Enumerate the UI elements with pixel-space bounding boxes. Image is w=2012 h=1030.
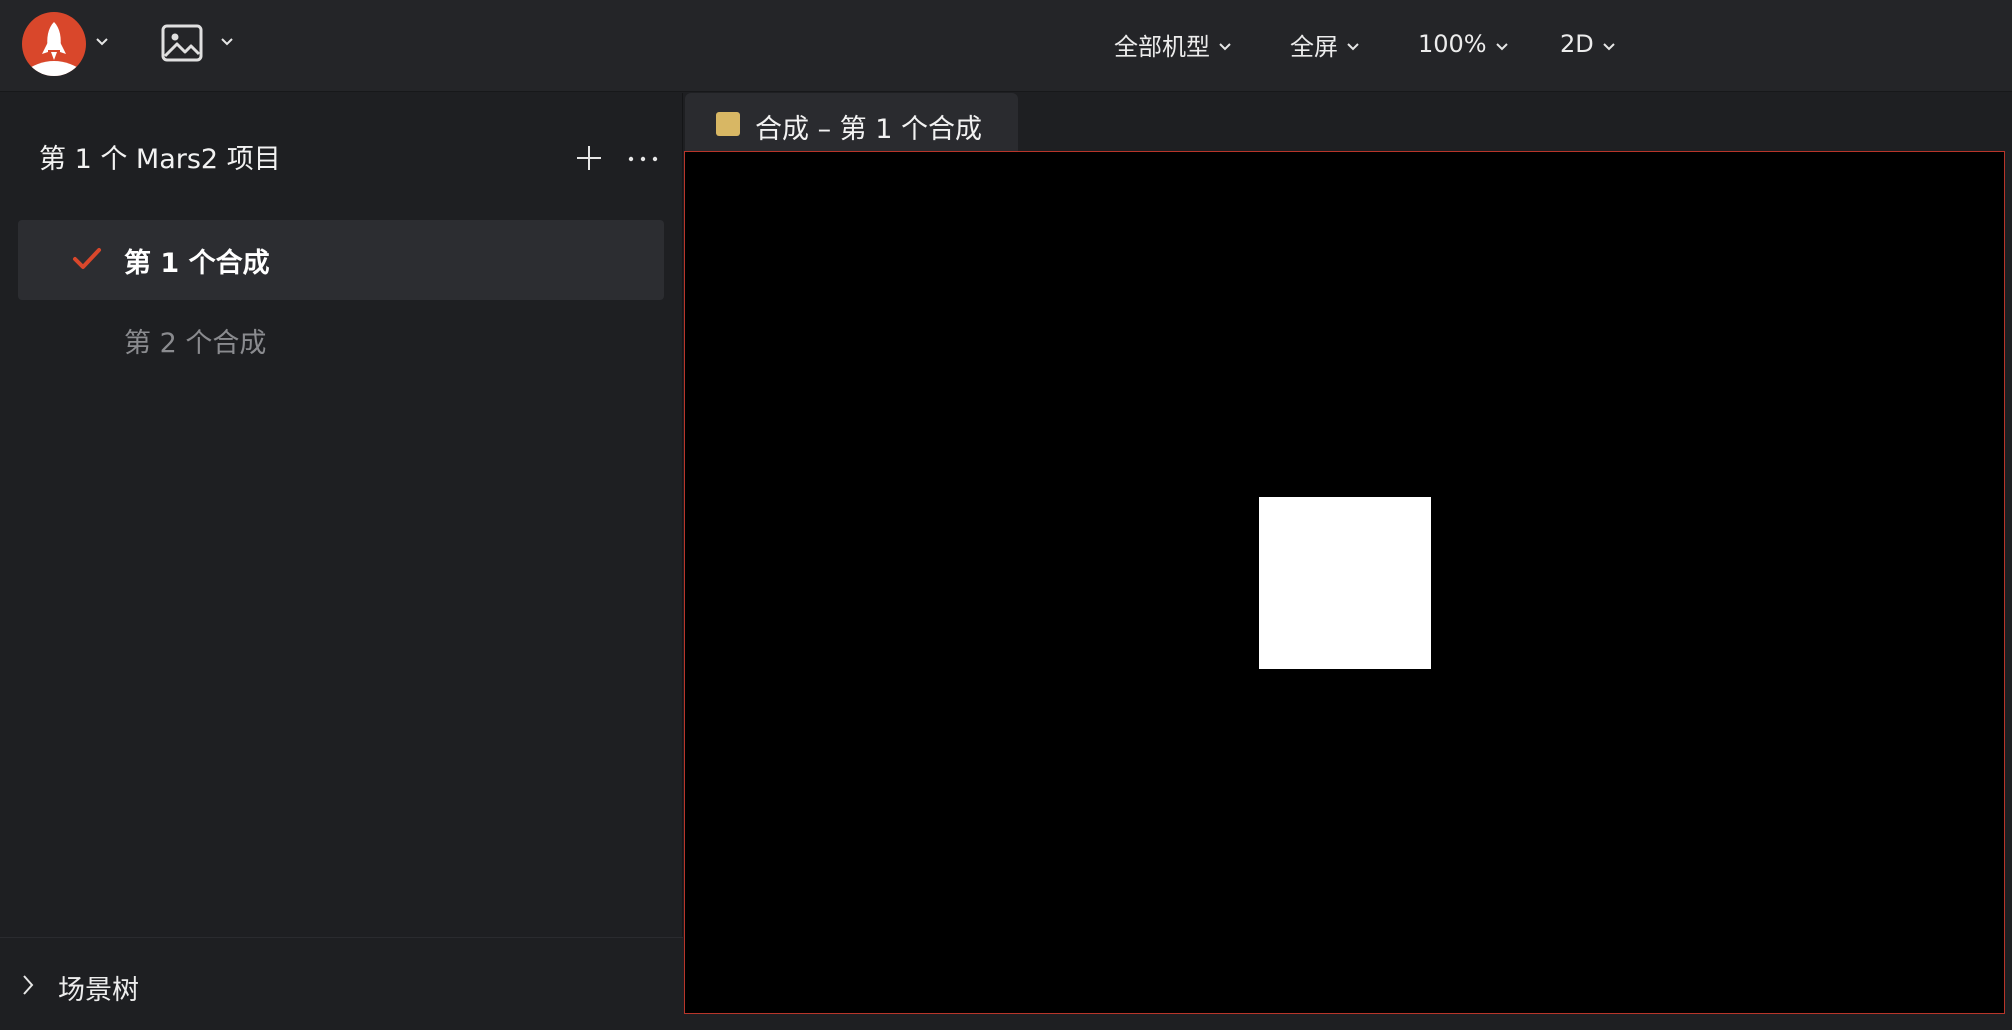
more-horizontal-icon[interactable]	[626, 149, 660, 169]
project-title: 第 1 个 Mars2 项目	[39, 144, 281, 175]
view-mode-select[interactable]: 2D	[1560, 26, 1616, 62]
zoom-select-label: 100%	[1418, 30, 1487, 58]
image-menu-chevron-down-icon[interactable]	[220, 37, 234, 47]
logo-menu-chevron-down-icon[interactable]	[95, 37, 109, 47]
tab-bar: 合成 – 第 1 个合成	[684, 93, 2012, 151]
fullscreen-select-label: 全屏	[1290, 32, 1338, 61]
tab-color-swatch	[716, 112, 740, 136]
fullscreen-select[interactable]: 全屏	[1290, 26, 1360, 62]
check-icon	[72, 246, 102, 272]
rocket-icon[interactable]	[22, 12, 86, 76]
chevron-down-icon	[1602, 30, 1616, 58]
chevron-down-icon	[1218, 30, 1232, 58]
device-select-label: 全部机型	[1114, 32, 1210, 61]
plus-icon[interactable]	[574, 143, 604, 173]
bottom-strip	[684, 1015, 2012, 1030]
chevron-down-icon	[1495, 30, 1509, 58]
canvas-white-square[interactable]	[1259, 497, 1431, 669]
view-mode-select-label: 2D	[1560, 30, 1594, 58]
zoom-select[interactable]: 100%	[1418, 26, 1509, 62]
top-toolbar: 全部机型 全屏 100% 2D	[0, 0, 2012, 92]
composition-item-label: 第 1 个合成	[124, 247, 270, 279]
scene-tree-panel-toggle[interactable]: 场景树	[0, 937, 683, 1030]
preview-canvas[interactable]	[684, 151, 2005, 1014]
tab-composition-1[interactable]: 合成 – 第 1 个合成	[685, 93, 1018, 151]
sidebar: 第 1 个 Mars2 项目 第 1 个合成 第 2 个合成 场景树	[0, 93, 683, 1030]
device-select[interactable]: 全部机型	[1114, 26, 1232, 62]
composition-item-2[interactable]: 第 2 个合成	[18, 300, 664, 380]
composition-item-label: 第 2 个合成	[124, 327, 267, 359]
chevron-down-icon	[1346, 30, 1360, 58]
scene-tree-label: 场景树	[58, 975, 139, 1006]
composition-item-1[interactable]: 第 1 个合成	[18, 220, 664, 300]
image-icon[interactable]	[161, 24, 203, 62]
tab-label: 合成 – 第 1 个合成	[755, 114, 983, 145]
chevron-right-icon	[20, 972, 36, 998]
